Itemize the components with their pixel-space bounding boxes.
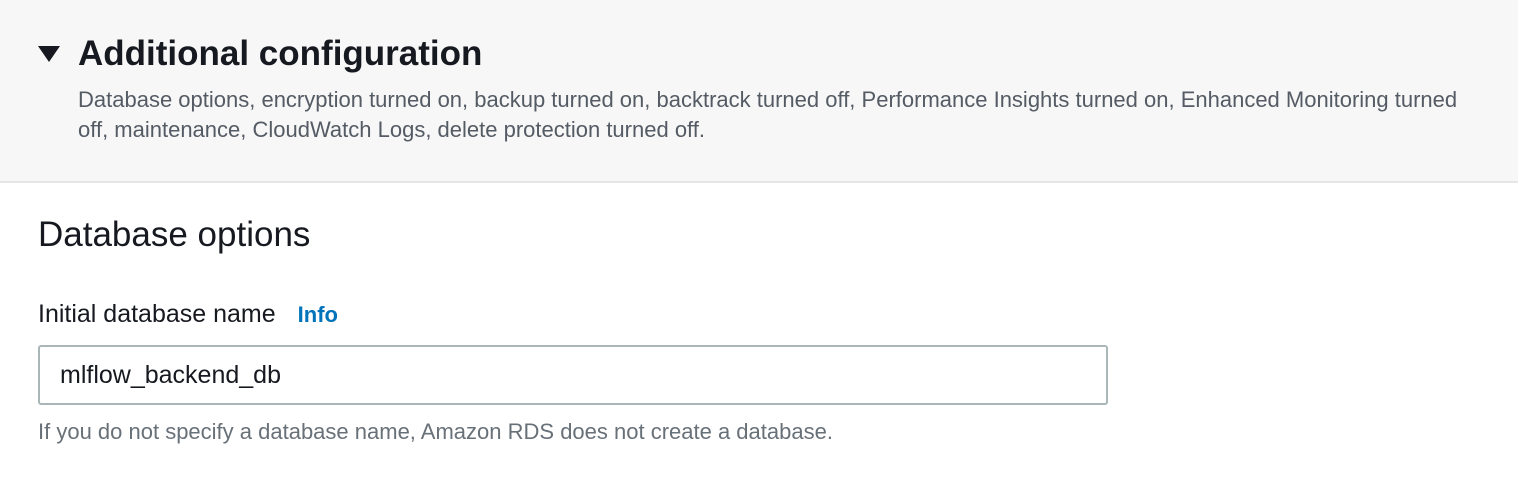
initial-database-name-label-row: Initial database name Info xyxy=(38,297,338,331)
additional-configuration-section: Additional configuration Database option… xyxy=(0,0,1518,183)
caret-down-icon[interactable] xyxy=(38,46,60,62)
initial-database-name-label: Initial database name xyxy=(38,300,276,328)
info-link[interactable]: Info xyxy=(298,302,338,328)
initial-database-name-hint: If you do not specify a database name, A… xyxy=(38,419,833,444)
additional-configuration-toggle[interactable]: Additional configuration xyxy=(38,30,482,78)
initial-database-name-input[interactable] xyxy=(38,345,1108,405)
additional-configuration-description: Database options, encryption turned on, … xyxy=(78,87,1458,142)
rds-create-database-page: Additional configuration Database option… xyxy=(0,0,1518,478)
additional-configuration-title[interactable]: Additional configuration xyxy=(78,30,482,78)
database-options-title: Database options xyxy=(38,215,311,254)
